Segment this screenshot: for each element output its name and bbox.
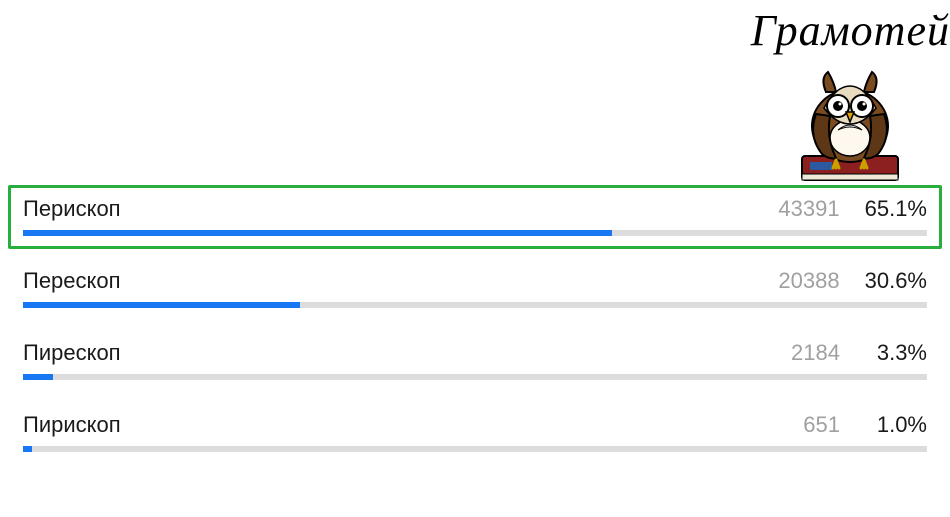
option-label: Пирескоп bbox=[23, 340, 770, 366]
progress-fill bbox=[23, 230, 612, 236]
option-label: Перископ bbox=[23, 196, 770, 222]
poll-options: Перископ 43391 65.1% Перескоп 20388 30.6… bbox=[8, 185, 942, 473]
progress-track bbox=[23, 374, 927, 380]
option-percent: 1.0% bbox=[865, 412, 927, 438]
progress-track bbox=[23, 302, 927, 308]
poll-option-3[interactable]: Пирископ 651 1.0% bbox=[8, 401, 942, 465]
brand-block: Грамотей bbox=[751, 5, 950, 186]
progress-track bbox=[23, 446, 927, 452]
option-label: Перескоп bbox=[23, 268, 770, 294]
option-row: Пирескоп 2184 3.3% bbox=[23, 340, 927, 366]
option-row: Перископ 43391 65.1% bbox=[23, 196, 927, 222]
option-percent: 65.1% bbox=[865, 196, 927, 222]
option-percent: 3.3% bbox=[865, 340, 927, 366]
progress-fill bbox=[23, 302, 300, 308]
option-count: 43391 bbox=[770, 196, 840, 222]
option-count: 2184 bbox=[770, 340, 840, 366]
option-label: Пирископ bbox=[23, 412, 770, 438]
brand-name: Грамотей bbox=[751, 5, 950, 56]
owl-on-book-icon bbox=[751, 56, 950, 186]
progress-fill bbox=[23, 446, 32, 452]
option-count: 20388 bbox=[770, 268, 840, 294]
option-row: Перескоп 20388 30.6% bbox=[23, 268, 927, 294]
poll-option-0[interactable]: Перископ 43391 65.1% bbox=[8, 185, 942, 249]
progress-fill bbox=[23, 374, 53, 380]
option-percent: 30.6% bbox=[865, 268, 927, 294]
option-row: Пирископ 651 1.0% bbox=[23, 412, 927, 438]
progress-track bbox=[23, 230, 927, 236]
poll-option-1[interactable]: Перескоп 20388 30.6% bbox=[8, 257, 942, 321]
option-count: 651 bbox=[770, 412, 840, 438]
poll-option-2[interactable]: Пирескоп 2184 3.3% bbox=[8, 329, 942, 393]
